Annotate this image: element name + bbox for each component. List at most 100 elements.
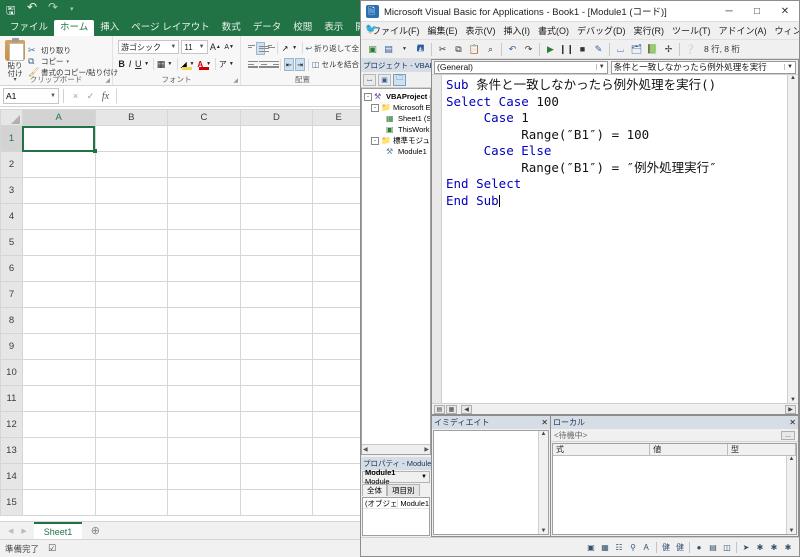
phonetic-dropdown-icon[interactable]: ▼ — [228, 57, 235, 71]
italic-button[interactable]: I — [126, 57, 133, 71]
cell-a10[interactable] — [21, 359, 96, 386]
decrease-indent-button[interactable]: ⇤ — [283, 58, 294, 71]
cell-a5[interactable] — [21, 229, 96, 256]
cell-b9[interactable] — [94, 333, 169, 360]
object-combo[interactable]: (General) ▼ — [434, 60, 608, 74]
font-size-combo[interactable]: 11 ▼ — [181, 40, 208, 54]
scroll-down-icon[interactable]: ▼ — [789, 528, 795, 534]
decrease-font-size-button[interactable]: A ▼ — [223, 40, 235, 54]
next-sheet-icon[interactable]: ▶ — [17, 527, 30, 535]
expander-icon[interactable]: - — [371, 103, 379, 112]
tab-review[interactable]: 校閲 — [287, 20, 318, 36]
cell-b8[interactable] — [94, 307, 169, 334]
cell-d7[interactable] — [239, 281, 314, 308]
wrap-text-button[interactable]: ↩ 折り返して全 — [306, 43, 359, 54]
row-header-13[interactable]: 13 — [0, 437, 23, 464]
paste-icon[interactable]: 📋 — [467, 42, 482, 57]
align-top-button[interactable] — [246, 42, 255, 55]
cell-e15[interactable] — [312, 489, 365, 516]
scroll-right-icon[interactable]: ▶ — [785, 404, 796, 414]
tree-item-module1[interactable]: ⚒ Module1 — [362, 146, 430, 157]
code-line[interactable]: Range(″B1″) = ″例外処理実行″ — [446, 160, 787, 177]
run-icon[interactable]: ▶ — [543, 42, 558, 57]
menu-edit[interactable]: 編集(E) — [424, 23, 462, 38]
cell-c10[interactable] — [167, 359, 241, 386]
cell-e14[interactable] — [312, 463, 365, 490]
cell-e5[interactable] — [312, 229, 365, 256]
redo-icon[interactable] — [48, 0, 64, 17]
scroll-up-icon[interactable]: ▲ — [789, 456, 795, 462]
code-margin-indicator-bar[interactable] — [432, 75, 442, 403]
menu-insert[interactable]: 挿入(I) — [500, 23, 535, 38]
reset-icon[interactable]: ■ — [575, 42, 590, 57]
cell-a13[interactable] — [21, 437, 96, 464]
cell-e10[interactable] — [312, 359, 365, 386]
cell-a2[interactable] — [21, 151, 96, 178]
column-header-e[interactable]: E — [312, 109, 365, 126]
ime-kanji2-icon[interactable]: 健 — [673, 541, 687, 554]
align-middle-button[interactable] — [255, 41, 269, 55]
ime-help-icon[interactable]: ● — [692, 541, 706, 554]
cell-a7[interactable] — [21, 281, 96, 308]
phonetic-guide-button[interactable]: ア — [219, 57, 227, 71]
row-header-6[interactable]: 6 — [0, 255, 23, 282]
minimize-button[interactable]: ─ — [715, 1, 743, 21]
enter-formula-icon[interactable]: ✓ — [83, 91, 98, 102]
cell-e4[interactable] — [312, 203, 365, 230]
properties-window-icon[interactable]: 🗂 — [629, 42, 644, 57]
cell-c8[interactable] — [167, 307, 241, 334]
ime-kanji-icon[interactable]: 健 — [659, 541, 673, 554]
expander-icon[interactable]: - — [371, 136, 379, 145]
cell-c6[interactable] — [167, 255, 241, 282]
align-right-button[interactable] — [267, 58, 280, 71]
row-header-14[interactable]: 14 — [0, 463, 23, 490]
prev-sheet-icon[interactable]: ◀ — [4, 527, 17, 535]
properties-object-combo[interactable]: Module1 Module ▼ — [362, 468, 430, 486]
font-color-button[interactable]: A — [197, 57, 209, 71]
tab-formulas[interactable]: 数式 — [216, 20, 247, 36]
font-dialog-launcher-icon[interactable]: ◢ — [233, 77, 238, 84]
tree-item-standard-modules[interactable]: - 📁 標準モジュール — [362, 135, 430, 146]
cell-e8[interactable] — [312, 307, 365, 334]
toolbox-icon[interactable]: ✢ — [661, 42, 676, 57]
view-object-icon[interactable]: ▣ — [378, 73, 391, 86]
ime-caps-icon[interactable]: A — [640, 541, 654, 554]
cell-b5[interactable] — [94, 229, 169, 256]
align-bottom-button[interactable] — [266, 42, 275, 55]
cell-d14[interactable] — [239, 463, 314, 490]
spreadsheet-grid[interactable]: A B C D E 1 2 3 4 5 6 7 8 9 10 11 12 13 … — [0, 109, 365, 521]
cell-d13[interactable] — [239, 437, 314, 464]
clipboard-dialog-launcher-icon[interactable]: ◢ — [105, 77, 110, 84]
code-line[interactable]: Case Else — [446, 143, 787, 160]
name-box[interactable]: A1 ▼ — [3, 88, 59, 104]
properties-list[interactable]: (オブジェクト名) Module1 — [362, 497, 430, 536]
cell-d9[interactable] — [239, 333, 314, 360]
cancel-formula-icon[interactable]: × — [68, 91, 83, 101]
insert-userform-icon[interactable]: ▤ — [381, 42, 396, 57]
cell-c1[interactable] — [167, 125, 241, 152]
underline-dropdown-icon[interactable]: ▼ — [143, 57, 150, 71]
borders-button[interactable]: ▦ — [157, 57, 166, 71]
align-left-button[interactable] — [246, 58, 258, 71]
expander-icon[interactable]: - — [364, 92, 372, 101]
cell-b14[interactable] — [94, 463, 169, 490]
list-item[interactable]: (オブジェクト名) Module1 — [363, 498, 429, 509]
tab-categorized[interactable]: 項目別 — [387, 484, 420, 496]
full-module-view-icon[interactable]: ▦ — [446, 404, 457, 414]
cell-b4[interactable] — [94, 203, 169, 230]
close-icon[interactable]: ✕ — [789, 418, 796, 427]
save-icon[interactable] — [6, 2, 22, 21]
cell-e3[interactable] — [312, 177, 365, 204]
row-header-10[interactable]: 10 — [0, 359, 23, 386]
cell-d15[interactable] — [239, 489, 314, 516]
cut-button[interactable]: 切り取り — [28, 45, 118, 56]
tree-item-thisworkbook[interactable]: ▣ ThisWorkl — [362, 124, 430, 135]
cell-c4[interactable] — [167, 203, 241, 230]
insert-function-icon[interactable]: fx — [98, 91, 113, 102]
immediate-body[interactable]: ▲ ▼ — [433, 430, 549, 535]
row-header-7[interactable]: 7 — [0, 281, 23, 308]
cell-b2[interactable] — [94, 151, 169, 178]
fill-color-button[interactable]: ◢ — [180, 57, 193, 71]
customize-qat-icon[interactable] — [69, 3, 85, 17]
menu-tools[interactable]: ツール(T) — [668, 23, 715, 38]
